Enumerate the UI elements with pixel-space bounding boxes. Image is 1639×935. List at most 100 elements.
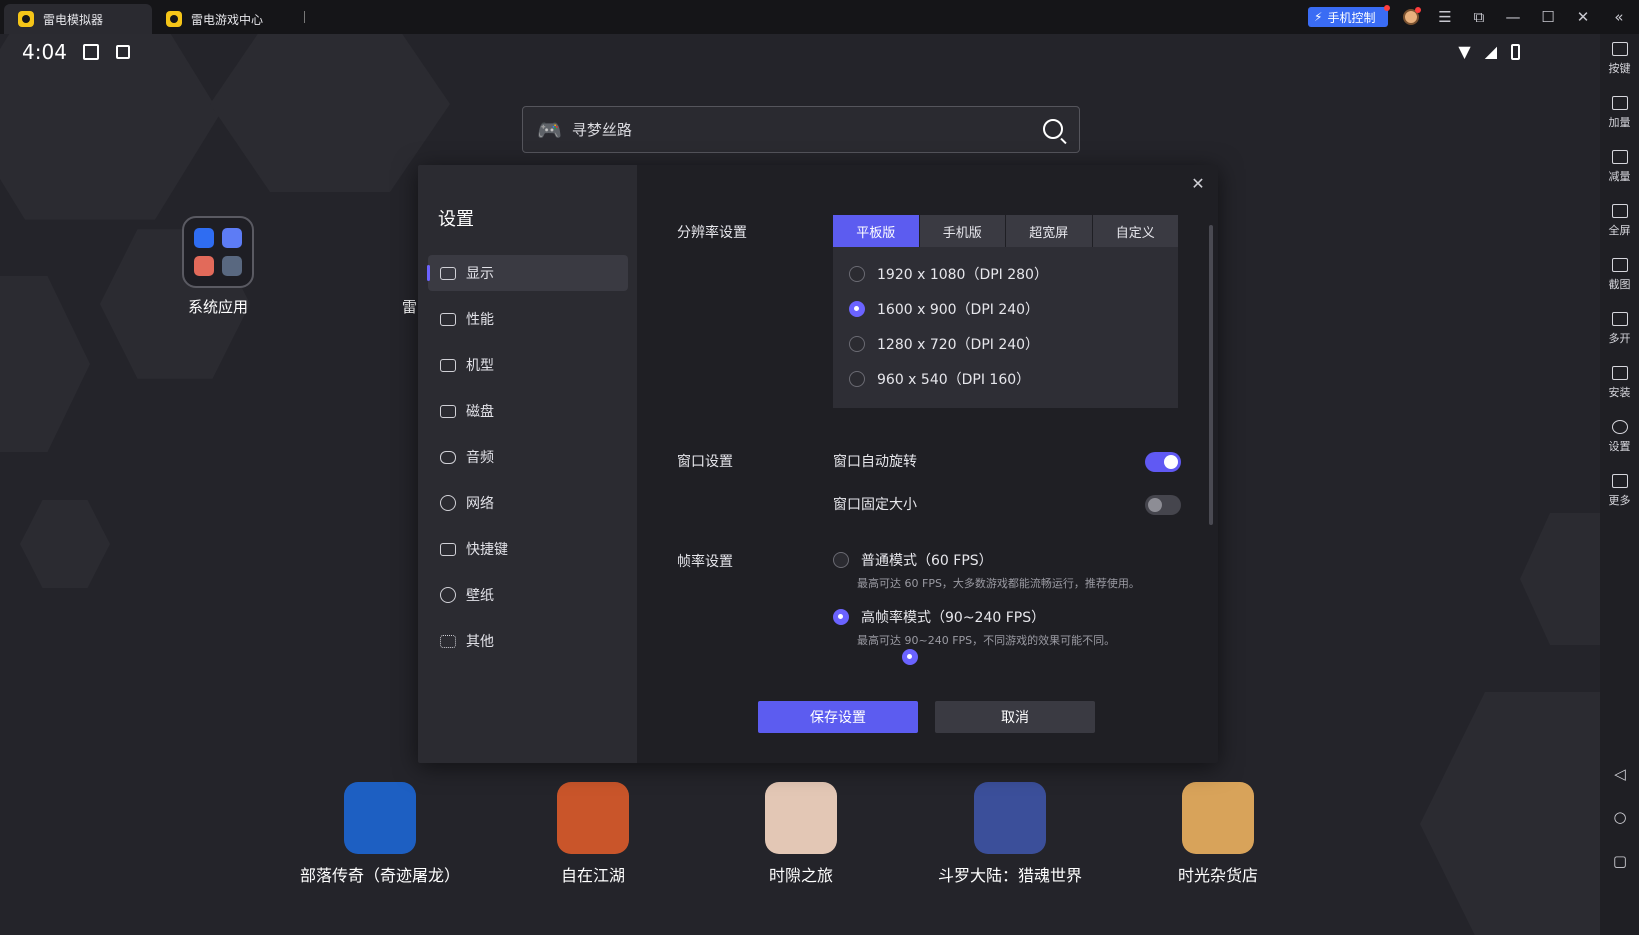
settings-dialog: 设置 显示 性能 机型 磁盘 音频 网络 快捷键 壁纸 其他 ✕ 分辨率设置 平… [418, 165, 1218, 763]
dock-app[interactable]: 自在江湖 [523, 782, 663, 886]
ldplayer-logo-icon [18, 11, 34, 27]
dock-app[interactable]: 斗罗大陆：猎魂世界 [930, 782, 1090, 886]
menu-icon[interactable]: ☰ [1433, 5, 1457, 29]
nav-item-disk[interactable]: 磁盘 [428, 393, 628, 429]
tab-tablet[interactable]: 平板版 [833, 215, 919, 247]
nav-item-display[interactable]: 显示 [427, 255, 628, 291]
system-apps-folder[interactable] [182, 216, 254, 288]
app-icon [557, 782, 629, 854]
monitor-icon [440, 266, 456, 280]
volume-down-icon [1611, 150, 1628, 164]
dialog-scrollbar[interactable] [1209, 225, 1213, 525]
radio-button[interactable] [849, 371, 865, 387]
nav-item-wallpaper[interactable]: 壁纸 [428, 577, 628, 613]
tab-ultrawide[interactable]: 超宽屏 [1006, 215, 1092, 247]
tab-label: 雷电模拟器 [43, 12, 104, 27]
dock-app-label: 斗罗大陆：猎魂世界 [937, 866, 1082, 885]
save-settings-button[interactable]: 保存设置 [758, 701, 918, 733]
maximize-button[interactable]: ☐ [1536, 5, 1560, 29]
minimize-button[interactable]: — [1501, 5, 1525, 29]
toolbar-multi-instance[interactable]: 多开 [1600, 312, 1639, 346]
option-label: 1600 x 900（DPI 240） [877, 302, 1040, 318]
toolbar-label: 减量 [1608, 170, 1631, 183]
nav-label: 显示 [466, 266, 494, 282]
recent-apps-icon[interactable]: ▢ [1612, 852, 1628, 870]
radio-button-partial[interactable] [902, 649, 918, 665]
resolution-option[interactable]: 1600 x 900（DPI 240） [849, 299, 1039, 319]
contacts-app-icon [222, 256, 242, 276]
phone-control-label: 手机控制 [1327, 10, 1376, 25]
search-bar[interactable]: 🎮 寻梦丝路 [522, 106, 1080, 153]
fixed-size-label: 窗口固定大小 [833, 497, 917, 513]
globe-icon [440, 495, 456, 511]
nav-item-shortcuts[interactable]: 快捷键 [428, 531, 628, 567]
fixed-size-toggle[interactable] [1145, 495, 1181, 515]
cancel-button[interactable]: 取消 [935, 701, 1095, 733]
window-mode-icon[interactable]: ⧉ [1467, 5, 1491, 29]
nav-item-audio[interactable]: 音频 [428, 439, 628, 475]
back-icon[interactable]: ◁ [1612, 765, 1628, 783]
gamepad-icon [440, 450, 456, 464]
collapse-sidebar-icon[interactable]: « [1607, 5, 1631, 29]
toolbar-install-apk[interactable]: 安装 [1600, 366, 1639, 400]
tab-game-center[interactable]: 雷电游戏中心 [152, 4, 302, 34]
gamepad-logo-icon [166, 11, 182, 27]
nav-item-model[interactable]: 机型 [428, 347, 628, 383]
nav-label: 磁盘 [466, 404, 494, 420]
toolbar-fullscreen[interactable]: 全屏 [1600, 204, 1639, 238]
battery-icon [1511, 43, 1520, 60]
toolbar-more[interactable]: 更多 [1600, 474, 1639, 508]
fps-normal-option[interactable]: 普通模式（60 FPS） [833, 550, 993, 570]
toolbar-screenshot[interactable]: 截图 [1600, 258, 1639, 292]
toolbar-label: 更多 [1608, 494, 1631, 507]
radio-button[interactable] [833, 609, 849, 625]
radio-button[interactable] [849, 266, 865, 282]
radio-button[interactable] [849, 336, 865, 352]
option-label: 960 x 540（DPI 160） [877, 372, 1031, 388]
gallery-icon [83, 44, 99, 60]
keyboard-a-icon [116, 45, 130, 59]
lightning-icon: ⚡ [1314, 10, 1323, 24]
close-button[interactable]: ✕ [1571, 5, 1595, 29]
disk-icon [440, 404, 456, 418]
auto-rotate-toggle[interactable] [1145, 452, 1181, 472]
bg-hexagon [0, 34, 220, 220]
palette-icon [440, 587, 456, 603]
resolution-option[interactable]: 960 x 540（DPI 160） [849, 369, 1030, 389]
right-toolbar: 按键 加量 减量 全屏 截图 多开 安装 设置 更多 ◁ ○ ▢ [1600, 34, 1639, 935]
nav-label: 壁纸 [466, 588, 494, 604]
toolbar-volume-up[interactable]: 加量 [1600, 96, 1639, 130]
gallery-app-icon [194, 256, 214, 276]
browser-app-icon [222, 228, 242, 248]
tab-phone[interactable]: 手机版 [919, 215, 1005, 247]
avatar[interactable] [1403, 7, 1421, 25]
dock-app[interactable]: 时光杂货店 [1148, 782, 1288, 886]
toolbar-keymap[interactable]: 按键 [1600, 42, 1639, 76]
nav-item-network[interactable]: 网络 [428, 485, 628, 521]
tab-label: 雷电游戏中心 [191, 12, 264, 27]
scissors-icon [1611, 258, 1628, 272]
wifi-icon: ▼ [1458, 42, 1471, 61]
tab-custom[interactable]: 自定义 [1092, 215, 1178, 247]
dock-app[interactable]: 时隙之旅 [731, 782, 871, 886]
window-label: 窗口设置 [677, 454, 733, 470]
phone-control-button[interactable]: ⚡ 手机控制 [1308, 5, 1390, 27]
option-label: 高帧率模式（90~240 FPS） [861, 610, 1046, 626]
app-icon [344, 782, 416, 854]
radio-button[interactable] [833, 552, 849, 568]
nav-item-performance[interactable]: 性能 [428, 301, 628, 337]
tab-emulator[interactable]: 雷电模拟器 [4, 4, 152, 34]
resolution-option[interactable]: 1280 x 720（DPI 240） [849, 334, 1039, 354]
toolbar-label: 设置 [1608, 440, 1631, 453]
nav-item-other[interactable]: 其他 [428, 623, 628, 659]
resolution-option[interactable]: 1920 x 1080（DPI 280） [849, 264, 1048, 284]
toolbar-volume-down[interactable]: 减量 [1600, 150, 1639, 184]
toolbar-settings[interactable]: 设置 [1600, 420, 1639, 454]
home-icon[interactable]: ○ [1612, 808, 1628, 826]
bg-hexagon [210, 34, 450, 192]
radio-button[interactable] [849, 301, 865, 317]
dock-app[interactable]: 部落传奇（奇迹屠龙） [300, 782, 460, 886]
dialog-close-icon[interactable]: ✕ [1188, 173, 1208, 193]
search-icon[interactable] [1043, 119, 1063, 139]
fps-high-option[interactable]: 高帧率模式（90~240 FPS） [833, 607, 1045, 627]
